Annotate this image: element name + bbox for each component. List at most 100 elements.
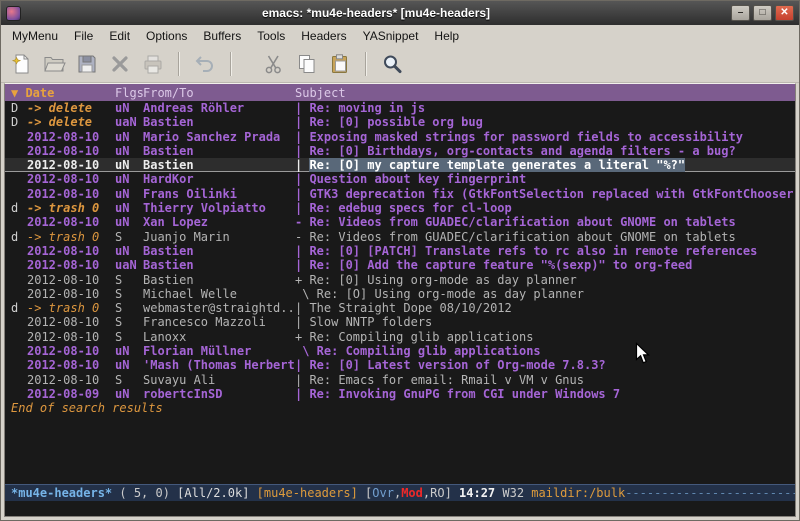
flags-cell: uN: [115, 158, 143, 172]
new-file-button[interactable]: [6, 49, 36, 79]
date-cell: 2012-08-10: [27, 158, 115, 172]
modeline-segment: RO: [430, 486, 444, 500]
flags-cell: uaN: [115, 115, 143, 129]
subject-cell: | Re: [O] my capture template generates …: [295, 158, 795, 172]
message-row[interactable]: 2012-08-10uNFrans Oilinki| GTK3 deprecat…: [5, 187, 795, 201]
modeline-segment: ,: [423, 486, 430, 500]
open-file-button[interactable]: [39, 49, 69, 79]
message-row[interactable]: 2012-08-10uNBastien| Re: [0] [PATCH] Tra…: [5, 244, 795, 258]
modeline-segment: ]: [445, 486, 459, 500]
menu-item-help[interactable]: Help: [426, 27, 467, 45]
date-cell: 2012-08-10: [27, 287, 115, 301]
subject-cell: | Re: edebug specs for cl-loop: [295, 201, 795, 215]
subject-cell: | Re: [0] Birthdays, org-contacts and ag…: [295, 144, 795, 158]
message-row[interactable]: 2012-08-10uN'Mash (Thomas Herbert)| Re: …: [5, 358, 795, 372]
mark-cell: [11, 358, 27, 372]
menu-item-options[interactable]: Options: [138, 27, 195, 45]
mark-cell: [11, 273, 27, 287]
paste-button[interactable]: [325, 49, 355, 79]
column-subject[interactable]: Subject: [295, 86, 795, 100]
message-row[interactable]: 2012-08-10SLanoxx+ Re: Compiling glib ap…: [5, 330, 795, 344]
flags-cell: S: [115, 330, 143, 344]
date-cell: 2012-08-10: [27, 172, 115, 186]
message-row[interactable]: 2012-08-10uNXan Lopez- Re: Videos from G…: [5, 215, 795, 229]
subject-cell: | The Straight Dope 08/10/2012: [295, 301, 795, 315]
message-row[interactable]: 2012-08-10uNHardKor| Question about key …: [5, 172, 795, 186]
mark-cell: d: [11, 230, 27, 244]
mark-cell: d: [11, 201, 27, 215]
message-row[interactable]: 2012-08-10uNBastien| Re: [0] Birthdays, …: [5, 144, 795, 158]
emacs-window: emacs: *mu4e-headers* [mu4e-headers] – □…: [0, 0, 800, 521]
from-cell: Andreas Röhler: [143, 101, 295, 115]
message-row[interactable]: 2012-08-10SFrancesco Mazzoli| Slow NNTP …: [5, 315, 795, 329]
toolbar-separator: [178, 52, 180, 76]
column-flags[interactable]: Flgs: [115, 86, 143, 100]
message-row[interactable]: 2012-08-10uaNBastien| Re: [0] Add the ca…: [5, 258, 795, 272]
save-icon: [75, 52, 99, 76]
modeline-segment: 14:27: [459, 486, 502, 500]
menu-item-edit[interactable]: Edit: [101, 27, 138, 45]
flags-cell: uN: [115, 201, 143, 215]
title-bar[interactable]: emacs: *mu4e-headers* [mu4e-headers] – □…: [1, 1, 799, 25]
menu-item-file[interactable]: File: [66, 27, 101, 45]
from-cell: webmaster@straightd...: [143, 301, 295, 315]
message-row[interactable]: 2012-08-10SSuvayu Ali| Re: Emacs for ema…: [5, 373, 795, 387]
flags-cell: S: [115, 287, 143, 301]
from-cell: Suvayu Ali: [143, 373, 295, 387]
message-row[interactable]: D-> deleteuNAndreas Röhler| Re: moving i…: [5, 101, 795, 115]
date-cell: 2012-08-10: [27, 187, 115, 201]
modeline-segment: [mu4e-headers]: [257, 486, 365, 500]
close-button[interactable]: ✕: [775, 5, 794, 21]
minimize-button[interactable]: –: [731, 5, 750, 21]
column-from[interactable]: From/To: [143, 86, 295, 100]
subject-cell: - Re: Videos from GUADEC/clarification a…: [295, 215, 795, 229]
undo-icon: [193, 52, 217, 76]
message-row[interactable]: 2012-08-10SBastien+ Re: [0] Using org-mo…: [5, 273, 795, 287]
message-row[interactable]: 2012-08-10uNBastien| Re: [O] my capture …: [5, 158, 795, 172]
from-cell: Thierry Volpiatto: [143, 201, 295, 215]
cut-button[interactable]: [259, 49, 289, 79]
message-row[interactable]: 2012-08-10SMichael Welle \ Re: [O] Using…: [5, 287, 795, 301]
print-button[interactable]: [138, 49, 168, 79]
flags-cell: uN: [115, 344, 143, 358]
flags-cell: uN: [115, 187, 143, 201]
from-cell: Bastien: [143, 244, 295, 258]
copy-icon: [295, 52, 319, 76]
date-cell: -> trash 0: [27, 301, 115, 315]
mark-cell: [11, 387, 27, 401]
save-button[interactable]: [72, 49, 102, 79]
window-icon: [6, 6, 21, 21]
subject-cell: | Re: [0] Latest version of Org-mode 7.8…: [295, 358, 795, 372]
flags-cell: uN: [115, 215, 143, 229]
mark-cell: [11, 130, 27, 144]
mark-cell: [11, 172, 27, 186]
message-row[interactable]: d-> trash 0SJuanjo Marin- Re: Videos fro…: [5, 230, 795, 244]
emacs-frame: ▼ Date Flgs From/To Subject D-> deleteuN…: [4, 83, 796, 517]
message-row[interactable]: 2012-08-10uNFlorian Müllner \ Re: Compil…: [5, 344, 795, 358]
message-row[interactable]: d-> trash 0uNThierry Volpiatto| Re: edeb…: [5, 201, 795, 215]
maximize-button[interactable]: □: [753, 5, 772, 21]
echo-area[interactable]: [5, 501, 795, 516]
search-button[interactable]: [377, 49, 407, 79]
menu-item-headers[interactable]: Headers: [293, 27, 354, 45]
message-row[interactable]: d-> trash 0Swebmaster@straightd...| The …: [5, 301, 795, 315]
menu-item-yasnippet[interactable]: YASnippet: [355, 27, 427, 45]
copy-button[interactable]: [292, 49, 322, 79]
menu-item-mymenu[interactable]: MyMenu: [4, 27, 66, 45]
message-row[interactable]: D-> deleteuaNBastien| Re: [0] possible o…: [5, 115, 795, 129]
menu-item-buffers[interactable]: Buffers: [195, 27, 249, 45]
subject-cell: | Exposing masked strings for password f…: [295, 130, 795, 144]
message-row[interactable]: 2012-08-09uNrobertcInSD| Re: Invoking Gn…: [5, 387, 795, 401]
subject-cell: - Re: Videos from GUADEC/clarification a…: [295, 230, 795, 244]
menu-item-tools[interactable]: Tools: [249, 27, 293, 45]
message-row[interactable]: 2012-08-10uNMario Sanchez Prada| Exposin…: [5, 130, 795, 144]
subject-cell: | Re: [0] [PATCH] Translate refs to rc a…: [295, 244, 795, 258]
undo-button[interactable]: [190, 49, 220, 79]
column-date[interactable]: ▼ Date: [11, 86, 115, 100]
flags-cell: S: [115, 230, 143, 244]
flags-cell: S: [115, 301, 143, 315]
kill-buffer-button[interactable]: [105, 49, 135, 79]
mark-cell: [11, 158, 27, 172]
subject-cell: | Slow NNTP folders: [295, 315, 795, 329]
mode-line[interactable]: *mu4e-headers* ( 5, 0) [All/2.0k] [mu4e-…: [5, 484, 795, 501]
